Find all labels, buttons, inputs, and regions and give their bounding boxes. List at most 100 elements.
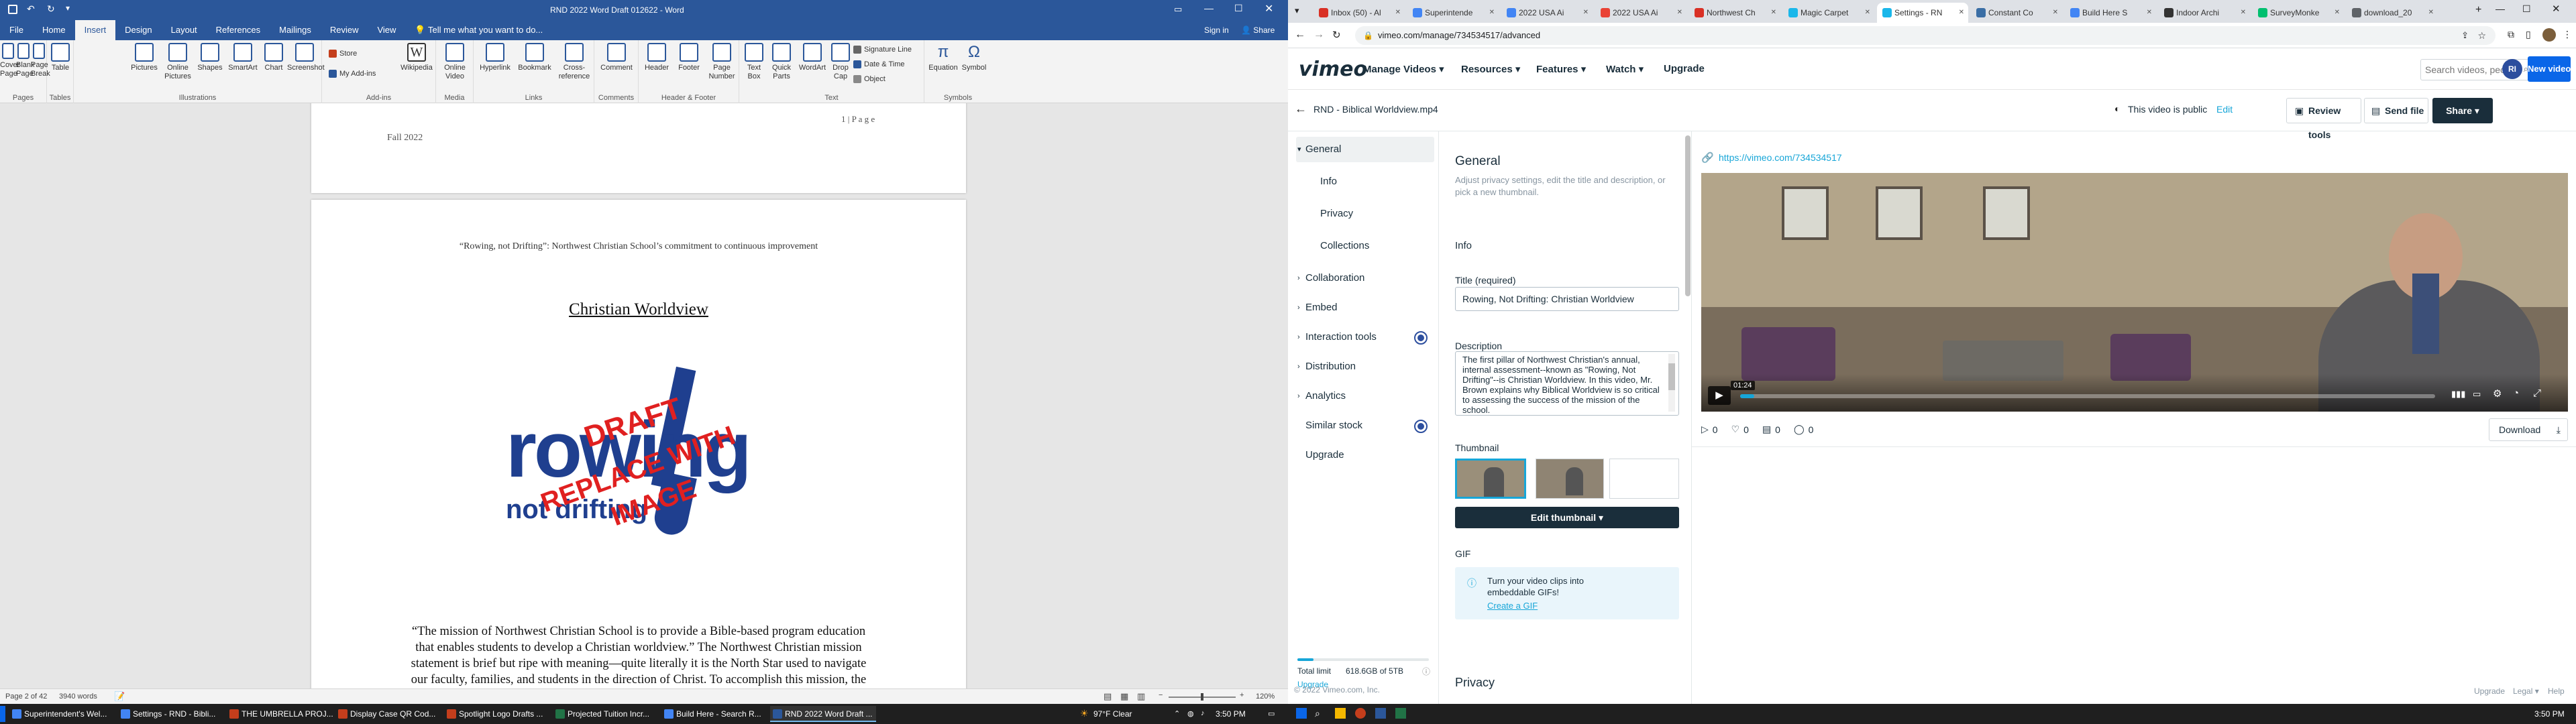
word-taskbar-icon[interactable] [1375,708,1386,719]
settings-gear-icon[interactable]: ⚙ [2493,387,2502,400]
footer-button[interactable]: Footer [674,43,704,72]
screenshot-button[interactable]: Screenshot [287,43,325,72]
page-break-button[interactable]: Page Break [31,43,50,78]
taskbar-app-button[interactable]: Display Case QR Cod... [335,706,441,722]
nav-manage-videos[interactable]: Manage Videos ▾ [1363,63,1444,75]
bookmark-star-icon[interactable]: ☆ [2477,26,2486,45]
browser-tab[interactable]: Magic Carpet ✕ [1783,3,1874,23]
web-layout-icon[interactable]: ▥ [1137,691,1145,702]
progress-bar[interactable] [1740,394,2435,398]
profile-avatar[interactable] [2542,28,2556,42]
tab-close-icon[interactable]: ✕ [1959,3,1964,23]
edit-thumbnail-button[interactable]: Edit thumbnail ▾ [1455,507,1679,528]
network-icon[interactable]: ◍ [1187,709,1194,718]
clock-1[interactable]: 3:50 PM [1216,709,1246,719]
tab-insert[interactable]: Insert [74,20,116,40]
play-button[interactable]: ▶ [1708,386,1731,405]
tab-file[interactable]: File [0,20,33,40]
taskbar-app-button[interactable]: Spotlight Logo Drafts ... [444,706,550,722]
online-video-button[interactable]: Online Video [439,43,471,81]
minimize-icon[interactable]: — [1204,3,1214,13]
tell-me-search[interactable]: 💡 Tell me what you want to do... [405,20,552,40]
pictures-button[interactable]: Pictures [127,43,161,72]
redo-icon[interactable]: ↻ [47,3,55,15]
file-explorer-icon[interactable] [1335,708,1346,719]
edit-privacy-link[interactable]: Edit [2216,104,2233,115]
close-icon[interactable]: ✕ [2552,3,2561,15]
sidebar-item-info[interactable]: Info [1296,169,1434,194]
page-number-button[interactable]: Page Number [706,43,738,81]
smartart-button[interactable]: SmartArt [225,43,260,72]
blank-page-button[interactable]: Blank Page [16,43,35,78]
browser-tab[interactable]: Inbox (50) - Al ✕ [1313,3,1405,23]
info-icon[interactable]: ⓘ [1422,666,1430,677]
video-player[interactable]: ▶ 01:24 ▮▮▮ ▭ ⚙ ◔ ⤢ [1701,173,2568,412]
nav-upgrade[interactable]: Upgrade [1664,63,1705,74]
sign-in-link[interactable]: Sign in [1204,25,1229,35]
share-button[interactable]: 👤 Share [1241,25,1275,35]
search-taskbar-icon[interactable]: ⌕ [1315,708,1320,719]
extensions-icon[interactable]: ⧉ [2508,29,2514,40]
like-icon[interactable]: ♡ [1731,424,1740,435]
clock-2[interactable]: 3:50 PM [2534,709,2565,719]
store-button[interactable]: Store [329,50,357,58]
volume-icon[interactable]: ▮▮▮ [2451,389,2465,400]
fullscreen-icon[interactable]: ⤢ [2533,387,2541,399]
sidebar-item-collaboration[interactable]: › Collaboration [1296,265,1434,291]
page-2[interactable]: “Rowing, not Drifting”: Northwest Christ… [311,200,966,688]
tab-review[interactable]: Review [321,20,368,40]
taskbar-app-button[interactable]: Superintendent's Wel... [9,706,115,722]
ribbon-display-icon[interactable]: ▭ [1174,4,1182,15]
comment-icon[interactable]: ◯ [1794,424,1805,435]
text-box-button[interactable]: Text Box [742,43,766,81]
vimeo-watermark-icon[interactable]: ◔ [2513,387,2519,399]
nav-resources[interactable]: Resources ▾ [1461,63,1520,75]
send-file-button[interactable]: ▤ Send file [2364,98,2428,123]
customize-qat-icon[interactable]: ▾ [66,3,70,13]
description-scrollbar[interactable] [1668,354,1675,412]
sidebar-icon[interactable]: ▯ [2526,29,2531,40]
zoom-in-icon[interactable]: + [1240,691,1244,699]
video-link[interactable]: https://vimeo.com/734534517 [1719,152,1842,163]
excel-taskbar-icon[interactable] [1395,708,1406,719]
browser-tab[interactable]: SurveyMonke ✕ [2253,3,2344,23]
tab-close-icon[interactable]: ✕ [1395,3,1401,23]
tab-close-icon[interactable]: ✕ [2241,3,2246,23]
tab-layout[interactable]: Layout [162,20,207,40]
tab-close-icon[interactable]: ✕ [2428,3,2434,23]
sidebar-item-distribution[interactable]: › Distribution [1296,354,1434,379]
zoom-slider-thumb[interactable] [1201,693,1203,701]
hyperlink-button[interactable]: Hyperlink [476,43,514,72]
tab-close-icon[interactable]: ✕ [2334,3,2340,23]
save-icon[interactable] [8,5,17,14]
sidebar-item-privacy[interactable]: Privacy [1296,201,1434,227]
sidebar-item-embed[interactable]: › Embed [1296,295,1434,320]
taskbar-app-button[interactable]: Settings - RND - Bibli... [118,706,224,722]
forward-icon[interactable]: → [1313,29,1324,41]
my-addins-button[interactable]: My Add-ins [329,70,376,78]
vimeo-logo[interactable]: vimeo [1299,58,1367,81]
weather-text[interactable]: 97°F Clear [1093,709,1132,719]
tab-close-icon[interactable]: ✕ [2147,3,2152,23]
captions-icon[interactable]: ▭ [2473,389,2481,400]
new-tab-icon[interactable]: + [2475,4,2481,16]
sidebar-item-similar-stock[interactable]: Similar stock [1296,413,1434,438]
undo-icon[interactable]: ↶ [27,3,35,15]
lock-icon[interactable]: 🔒 [1363,26,1373,45]
description-textarea[interactable]: The first pillar of Northwest Christian'… [1455,351,1679,416]
title-input[interactable]: Rowing, Not Drifting: Christian Worldvie… [1455,287,1679,311]
drop-cap-button[interactable]: Drop Cap [829,43,852,81]
thumbnail-option-selected[interactable] [1455,459,1526,499]
taskbar-app-button[interactable]: Projected Tuition Incr... [553,706,659,722]
thumbnail-option-custom[interactable] [1609,459,1679,499]
browser-tab[interactable]: Settings - RN ✕ [1877,3,1968,23]
tab-home[interactable]: Home [33,20,75,40]
taskbar-app-button[interactable]: Build Here - Search R... [661,706,767,722]
back-arrow-icon[interactable]: ← [1295,102,1307,116]
zoom-out-icon[interactable]: − [1159,691,1163,699]
tray-chevron-icon[interactable]: ⌃ [1174,709,1180,718]
document-area[interactable]: Fall 2022 1 | P a g e “Rowing, not Drift… [0,103,1288,688]
panel-scrollbar-thumb[interactable] [1685,135,1690,296]
nav-watch[interactable]: Watch ▾ [1606,63,1644,75]
maximize-icon[interactable]: ☐ [1234,3,1243,14]
